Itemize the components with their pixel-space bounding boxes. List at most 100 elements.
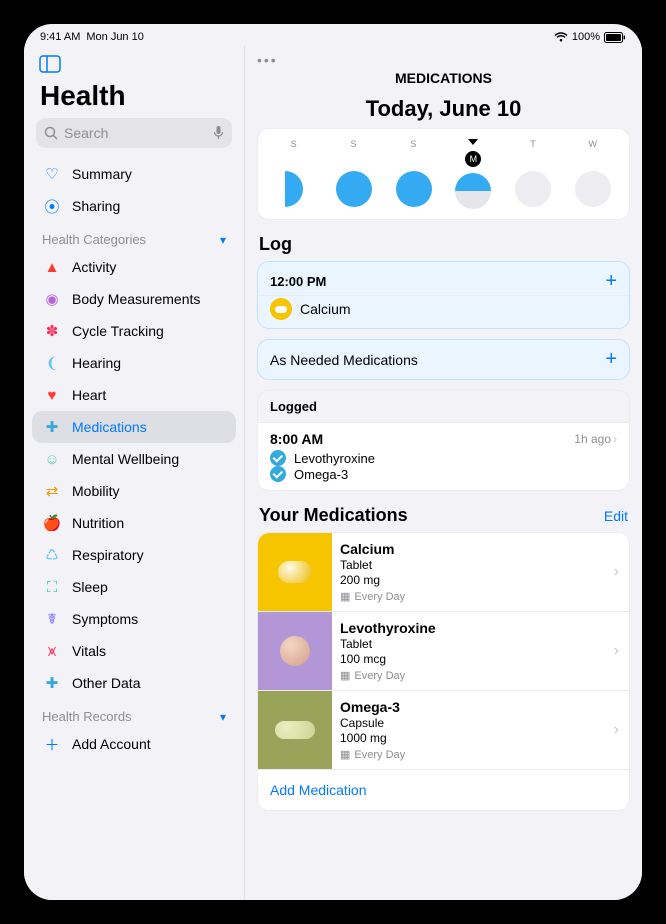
mic-icon[interactable]	[213, 125, 224, 141]
medication-form: Capsule	[340, 716, 606, 730]
sidebar-item-label: Sharing	[72, 198, 120, 214]
medication-item[interactable]: Omega-3Capsule1000 mg▦Every Day›	[258, 691, 629, 770]
sidebar-item-label: Other Data	[72, 675, 140, 691]
medication-schedule: ▦Every Day	[340, 669, 606, 682]
sidebar-item-label: Medications	[72, 419, 147, 435]
sidebar-item-summary[interactable]: ♡Summary	[32, 158, 236, 190]
sidebar-item-label: Mental Wellbeing	[72, 451, 179, 467]
week-strip[interactable]: SSS M TW	[257, 128, 630, 220]
medication-info: LevothyroxineTablet100 mcg ▦Every Day	[332, 612, 614, 690]
pill-icon	[280, 636, 310, 666]
search-input[interactable]: Search	[36, 118, 232, 148]
body-measurements-icon: ◉	[42, 289, 62, 309]
health-records-header[interactable]: Health Records ▾	[32, 699, 236, 728]
sidebar-item-nutrition[interactable]: 🍎 Nutrition	[32, 507, 236, 539]
today-marker-icon	[468, 139, 478, 145]
sidebar-item-body-measurements[interactable]: ◉Body Measurements	[32, 283, 236, 315]
more-icon[interactable]: •••	[245, 52, 642, 68]
sidebar-item-label: Vitals	[72, 643, 106, 659]
sidebar-item-sharing[interactable]: ⦿ Sharing	[32, 190, 236, 222]
sidebar-item-heart[interactable]: ♥ Heart	[32, 379, 236, 411]
sidebar-item-activity[interactable]: ▲Activity	[32, 251, 236, 283]
chevron-right-icon: ›	[613, 432, 617, 446]
cycle-tracking-icon: ✽	[42, 321, 62, 341]
day-col[interactable]: S	[324, 139, 384, 209]
sidebar-item-label: Nutrition	[72, 515, 124, 531]
day-progress-icon	[285, 171, 303, 207]
battery-percent: 100%	[572, 31, 600, 43]
medications-icon: ✚	[42, 417, 62, 437]
sidebar-item-other-data[interactable]: ✚ Other Data	[32, 667, 236, 699]
sidebar-item-label: Sleep	[72, 579, 108, 595]
calendar-icon: ▦	[340, 590, 350, 603]
medication-dose: 1000 mg	[340, 731, 606, 745]
sidebar-item-add-account[interactable]: ＋ Add Account	[32, 728, 236, 760]
medication-schedule: ▦Every Day	[340, 748, 606, 761]
sidebar-item-label: Respiratory	[72, 547, 144, 563]
plus-icon[interactable]: +	[605, 348, 617, 371]
sharing-icon: ⦿	[42, 196, 62, 216]
sidebar-item-symptoms[interactable]: ☤Symptoms	[32, 603, 236, 635]
other-data-icon: ✚	[42, 673, 62, 693]
sidebar-item-cycle-tracking[interactable]: ✽ Cycle Tracking	[32, 315, 236, 347]
day-col[interactable]: T	[503, 139, 563, 209]
sidebar-item-vitals[interactable]: ⩙Vitals	[32, 635, 236, 667]
respiratory-icon: ♺	[42, 545, 62, 565]
sleep-icon: ⛶	[42, 577, 62, 597]
day-col[interactable]: S	[264, 139, 324, 209]
search-icon	[44, 126, 58, 140]
sidebar-item-medications[interactable]: ✚ Medications	[32, 411, 236, 443]
battery-icon	[604, 32, 626, 43]
day-progress-icon	[575, 171, 611, 207]
sidebar-item-sleep[interactable]: ⛶ Sleep	[32, 571, 236, 603]
day-col[interactable]: S	[384, 139, 444, 209]
medication-dose: 100 mcg	[340, 652, 606, 666]
pill-icon	[275, 721, 315, 739]
medication-image	[258, 612, 332, 690]
day-label: M	[465, 151, 481, 167]
sidebar-item-label: Summary	[72, 166, 132, 182]
sidebar-toggle-icon[interactable]	[36, 52, 64, 76]
sidebar-item-mental-wellbeing[interactable]: ☺Mental Wellbeing	[32, 443, 236, 475]
check-icon	[270, 466, 286, 482]
medication-info: Omega-3Capsule1000 mg▦Every Day	[332, 691, 614, 769]
log-time: 12:00 PM	[270, 274, 326, 289]
medication-image	[258, 691, 332, 769]
sidebar-item-label: Add Account	[72, 736, 151, 752]
medication-item[interactable]: CalciumTablet200 mg▦Every Day›	[258, 533, 629, 612]
medication-name: Levothyroxine	[340, 620, 606, 636]
health-categories-header[interactable]: Health Categories ▾	[32, 222, 236, 251]
logged-med-name: Levothyroxine	[294, 451, 375, 466]
medication-image	[258, 533, 332, 611]
medication-form: Tablet	[340, 558, 606, 572]
edit-button[interactable]: Edit	[604, 508, 628, 524]
chevron-right-icon: ›	[614, 691, 629, 769]
day-col[interactable]: W	[563, 139, 623, 209]
nutrition-icon: 🍎	[42, 513, 62, 533]
log-card[interactable]: 12:00 PM + Calcium	[257, 261, 630, 329]
hearing-icon: ❨	[42, 353, 62, 373]
day-col[interactable]: M	[443, 139, 503, 209]
chevron-right-icon: ›	[614, 533, 629, 611]
medication-item[interactable]: LevothyroxineTablet100 mcg▦Every Day›	[258, 612, 629, 691]
sidebar-item-label: Symptoms	[72, 611, 138, 627]
day-progress-icon	[396, 171, 432, 207]
medication-form: Tablet	[340, 637, 606, 651]
logged-card[interactable]: Logged 8:00 AM 1h ago › LevothyroxineOme…	[257, 390, 630, 491]
calendar-icon: ▦	[340, 748, 350, 761]
heart-icon: ♥	[42, 385, 62, 405]
plus-icon[interactable]: +	[605, 270, 617, 293]
add-account-icon: ＋	[42, 734, 62, 754]
sidebar-item-mobility[interactable]: ⇄Mobility	[32, 475, 236, 507]
day-progress-icon	[455, 173, 491, 209]
status-bar: 9:41 AM Mon Jun 10 100%	[24, 24, 642, 46]
sidebar-item-hearing[interactable]: ❨Hearing	[32, 347, 236, 379]
add-medication-button[interactable]: Add Medication	[258, 770, 629, 810]
main-panel: ••• MEDICATIONS Today, June 10 SSSMTW Lo…	[244, 46, 642, 900]
mobility-icon: ⇄	[42, 481, 62, 501]
sidebar-item-label: Cycle Tracking	[72, 323, 164, 339]
sidebar-item-label: Heart	[72, 387, 106, 403]
sidebar-item-respiratory[interactable]: ♺ Respiratory	[32, 539, 236, 571]
pill-icon	[270, 298, 292, 320]
as-needed-card[interactable]: As Needed Medications +	[257, 339, 630, 380]
